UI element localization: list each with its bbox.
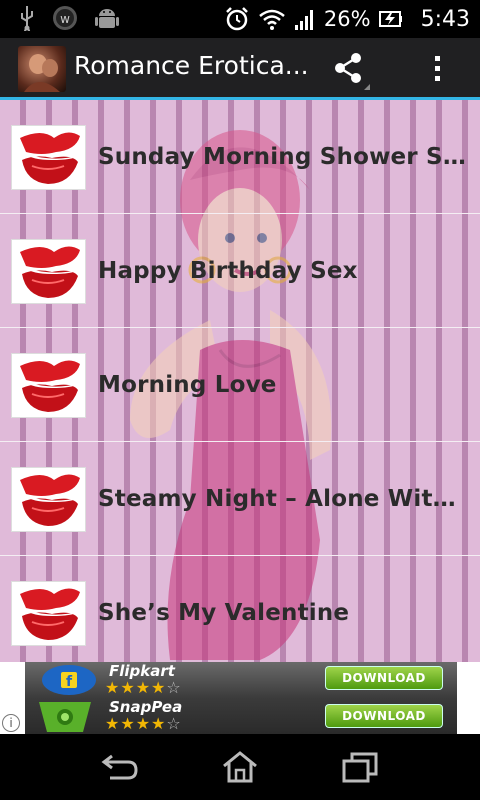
recent-apps-icon <box>342 752 378 783</box>
app-title: Romance Erotica... <box>74 51 309 80</box>
lips-icon <box>11 125 86 190</box>
flipkart-logo-icon: f <box>42 665 96 695</box>
lips-icon <box>11 353 86 418</box>
clock: 5:43 <box>420 6 470 32</box>
star-rating: ★★★★☆ <box>105 678 182 697</box>
lips-icon <box>11 239 86 304</box>
back-button[interactable] <box>100 750 140 784</box>
story-list: Sunday Morning Shower Sex Happy Birthday… <box>0 100 480 662</box>
wifi-icon <box>259 9 285 30</box>
alarm-icon <box>226 7 248 31</box>
share-icon <box>335 53 370 90</box>
home-icon <box>223 751 257 783</box>
android-debug-icon <box>95 9 119 28</box>
svg-text:w: w <box>60 12 70 26</box>
item-title: Happy Birthday Sex <box>98 258 358 284</box>
home-button[interactable] <box>220 750 260 784</box>
share-button[interactable] <box>326 46 378 92</box>
overflow-menu-icon <box>435 56 440 81</box>
usb-icon <box>21 6 33 31</box>
battery-charging-icon <box>378 11 402 27</box>
status-bar: w 26% 5:43 <box>0 0 480 38</box>
battery-percentage: 26% <box>323 7 371 31</box>
ad-banner[interactable]: f Flipkart ★★★★☆ DOWNLOAD SnapPea ★★★★☆ … <box>0 662 480 734</box>
list-item[interactable]: Sunday Morning Shower Sex <box>0 100 480 214</box>
navigation-bar <box>0 734 480 800</box>
action-bar: Romance Erotica... <box>0 38 480 100</box>
ad-content[interactable]: f Flipkart ★★★★☆ DOWNLOAD SnapPea ★★★★☆ … <box>25 662 457 734</box>
ad-row-snappea[interactable]: SnapPea ★★★★☆ DOWNLOAD <box>25 698 457 734</box>
svg-text:f: f <box>66 674 73 690</box>
lips-icon <box>11 467 86 532</box>
list-item[interactable]: Morning Love <box>0 328 480 442</box>
list-item[interactable]: Happy Birthday Sex <box>0 214 480 328</box>
item-title: Morning Love <box>98 372 277 398</box>
overflow-menu-button[interactable] <box>418 46 458 92</box>
item-title: Steamy Night – Alone With You <box>98 486 468 512</box>
ad-row-flipkart[interactable]: f Flipkart ★★★★☆ DOWNLOAD <box>25 662 457 698</box>
download-button[interactable]: DOWNLOAD <box>325 704 443 728</box>
back-icon <box>101 754 138 780</box>
list-item[interactable]: Steamy Night – Alone With You <box>0 442 480 556</box>
recent-apps-button[interactable] <box>340 750 380 784</box>
app-logo[interactable] <box>18 46 66 92</box>
ad-info-icon[interactable]: i <box>2 714 20 732</box>
download-button[interactable]: DOWNLOAD <box>325 666 443 690</box>
item-title: Sunday Morning Shower Sex <box>98 144 468 170</box>
lips-icon <box>11 581 86 646</box>
w-app-icon: w <box>53 6 77 30</box>
snappea-logo-icon <box>39 702 91 732</box>
content-area: Sunday Morning Shower Sex Happy Birthday… <box>0 100 480 662</box>
signal-icon <box>294 10 313 30</box>
item-title: She’s My Valentine <box>98 600 350 626</box>
list-item[interactable]: She’s My Valentine <box>0 556 480 662</box>
star-rating: ★★★★☆ <box>105 714 182 733</box>
